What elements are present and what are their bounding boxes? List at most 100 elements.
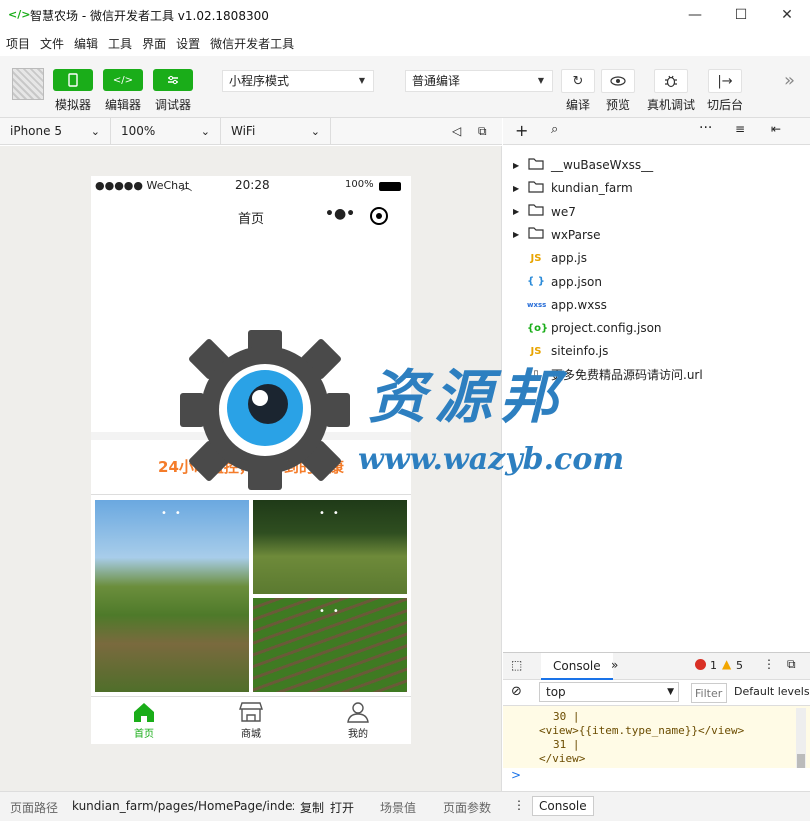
console-header: ⬚ Console » 1 ▲ 5 ⋮ ⧉ [503, 652, 810, 680]
remote-debug-label: 真机调试 [646, 98, 695, 112]
mode-select[interactable]: 小程序模式 ▼ [222, 70, 374, 92]
tab-home-label: 首页 [134, 729, 154, 740]
collapse-all-icon[interactable]: ≡ [735, 122, 745, 136]
warning-count: 5 [736, 659, 743, 672]
chevron-down-icon: ⌄ [310, 125, 320, 138]
more-options-icon[interactable]: ··· [699, 120, 712, 136]
folder-icon [527, 181, 545, 196]
menu-file[interactable]: 文件 [40, 35, 64, 52]
farm-photo-vegetables[interactable]: •• [253, 598, 407, 692]
drawer-menu-icon[interactable]: ⋮ [513, 798, 525, 812]
tree-file[interactable]: JS siteinfo.js [503, 340, 810, 362]
background-button[interactable]: |→ [708, 69, 742, 93]
menu-devtools[interactable]: 微信开发者工具 [210, 35, 294, 52]
carrier-label: ●●●●● WeChat [95, 179, 190, 192]
preview-button[interactable] [601, 69, 635, 93]
log-levels-select[interactable]: Default levels [734, 685, 810, 698]
toggle-layout-icon[interactable]: ⇤ [771, 122, 781, 136]
background-label: 切后台 [706, 98, 743, 112]
undock-icon[interactable]: ⧉ [787, 657, 796, 672]
add-file-icon[interactable]: + [515, 121, 528, 140]
tab-mine-label: 我的 [348, 729, 368, 740]
simulator-area: ●●●●● WeChat ︵ 20:28 100% 首页 •●• 24小时监控，… [0, 146, 502, 791]
tab-shop[interactable]: 商城 [198, 701, 304, 740]
drawer-console-tab[interactable]: Console [532, 796, 594, 816]
nav-title: 首页 [237, 212, 264, 227]
minimize-button[interactable]: — [672, 0, 718, 30]
zoom-select-value: 100% [121, 124, 156, 138]
caret-right-icon[interactable]: ▶ [513, 230, 523, 239]
debugger-toggle-button[interactable] [153, 69, 193, 91]
mute-icon[interactable]: ◁ [452, 124, 461, 138]
tree-item-label: project.config.json [551, 321, 662, 336]
console-scrollbar[interactable] [796, 708, 806, 768]
farm-photo-sheep[interactable]: •• [253, 500, 407, 594]
toolbar-more-button[interactable]: » [784, 70, 795, 91]
console-tab[interactable]: Console [541, 653, 613, 680]
console-output: 30 | <view>{{item.type_name}}</view> 31 … [503, 706, 810, 768]
avatar[interactable] [12, 68, 44, 100]
menu-settings[interactable]: 设置 [176, 35, 200, 52]
chevron-down-icon: ⌄ [200, 125, 210, 138]
clear-console-icon[interactable]: ⊘ [511, 684, 522, 699]
more-tabs-icon[interactable]: » [611, 658, 618, 672]
search-icon[interactable]: ⌕ [551, 122, 558, 137]
more-dots-icon[interactable]: •●• [325, 206, 355, 222]
close-miniprogram-icon[interactable] [370, 207, 388, 225]
tree-item-label: kundian_farm [551, 181, 633, 196]
compile-button[interactable]: ↻ [561, 69, 595, 93]
popout-icon[interactable]: ⧉ [478, 124, 487, 139]
tree-folder[interactable]: ▶ kundian_farm [503, 177, 810, 199]
editor-toggle-button[interactable]: </> [103, 69, 143, 91]
error-icon [695, 659, 706, 670]
tree-file[interactable]: { } app.json [503, 271, 810, 293]
network-select[interactable]: WiFi ⌄ [221, 118, 331, 145]
caret-right-icon[interactable]: ▶ [513, 207, 523, 216]
console-line: 30 | [553, 710, 580, 723]
compile-select[interactable]: 普通编译 ▼ [405, 70, 553, 92]
menu-interface[interactable]: 界面 [142, 35, 166, 52]
tree-item-label: __wuBaseWxss__ [551, 158, 654, 172]
device-select[interactable]: iPhone 5 ⌄ [0, 118, 111, 145]
page-params-button[interactable]: 页面参数 [443, 799, 491, 816]
mode-select-value: 小程序模式 [229, 74, 290, 88]
preview-label: 预览 [605, 98, 630, 112]
battery-percent: 100% [345, 179, 374, 190]
tree-folder[interactable]: ▶ __wuBaseWxss__ [503, 154, 810, 176]
zoom-select[interactable]: 100% ⌄ [111, 118, 221, 145]
menu-tools[interactable]: 工具 [108, 35, 132, 52]
remote-debug-button[interactable] [654, 69, 688, 93]
console-filter-input[interactable] [691, 683, 727, 703]
tab-mine[interactable]: 我的 [305, 701, 411, 740]
tab-home[interactable]: 首页 [91, 701, 197, 740]
eye-icon [610, 76, 626, 86]
context-select[interactable]: top ▼ [539, 682, 679, 702]
tree-folder[interactable]: ▶ we7 [503, 201, 810, 223]
caret-right-icon[interactable]: ▶ [513, 161, 523, 170]
status-bar: ●●●●● WeChat ︵ 20:28 100% [91, 176, 411, 196]
close-button[interactable]: ✕ [764, 0, 810, 30]
tree-file[interactable]: JS app.js [503, 247, 810, 269]
phone-screen: ●●●●● WeChat ︵ 20:28 100% 首页 •●• 24小时监控，… [91, 176, 411, 744]
menu-edit[interactable]: 编辑 [74, 35, 98, 52]
tree-folder[interactable]: ▶ wxParse [503, 224, 810, 246]
maximize-button[interactable]: ☐ [718, 0, 764, 30]
scene-value-button[interactable]: 场景值 [380, 799, 416, 816]
tree-file[interactable]: ▯ 更多免费精品源码请访问.url [503, 364, 810, 386]
tree-file[interactable]: wxss app.wxss [503, 294, 810, 316]
open-path-button[interactable]: 打开 [330, 799, 354, 816]
copy-path-button[interactable]: 复制 [300, 799, 324, 816]
console-menu-icon[interactable]: ⋮ [763, 657, 775, 671]
inspect-element-icon[interactable]: ⬚ [511, 658, 522, 672]
folder-icon [527, 204, 545, 219]
tree-file[interactable]: {o} project.config.json [503, 317, 810, 339]
tree-item-label: wxParse [551, 227, 601, 242]
context-select-value: top [546, 685, 566, 699]
console-prompt[interactable]: > [503, 768, 810, 790]
caret-right-icon[interactable]: ▶ [513, 184, 523, 193]
menu-project[interactable]: 项目 [6, 35, 30, 52]
network-select-value: WiFi [231, 124, 256, 138]
simulator-toggle-button[interactable] [53, 69, 93, 91]
farm-photo-field[interactable]: •• [95, 500, 249, 692]
user-icon [347, 702, 369, 723]
